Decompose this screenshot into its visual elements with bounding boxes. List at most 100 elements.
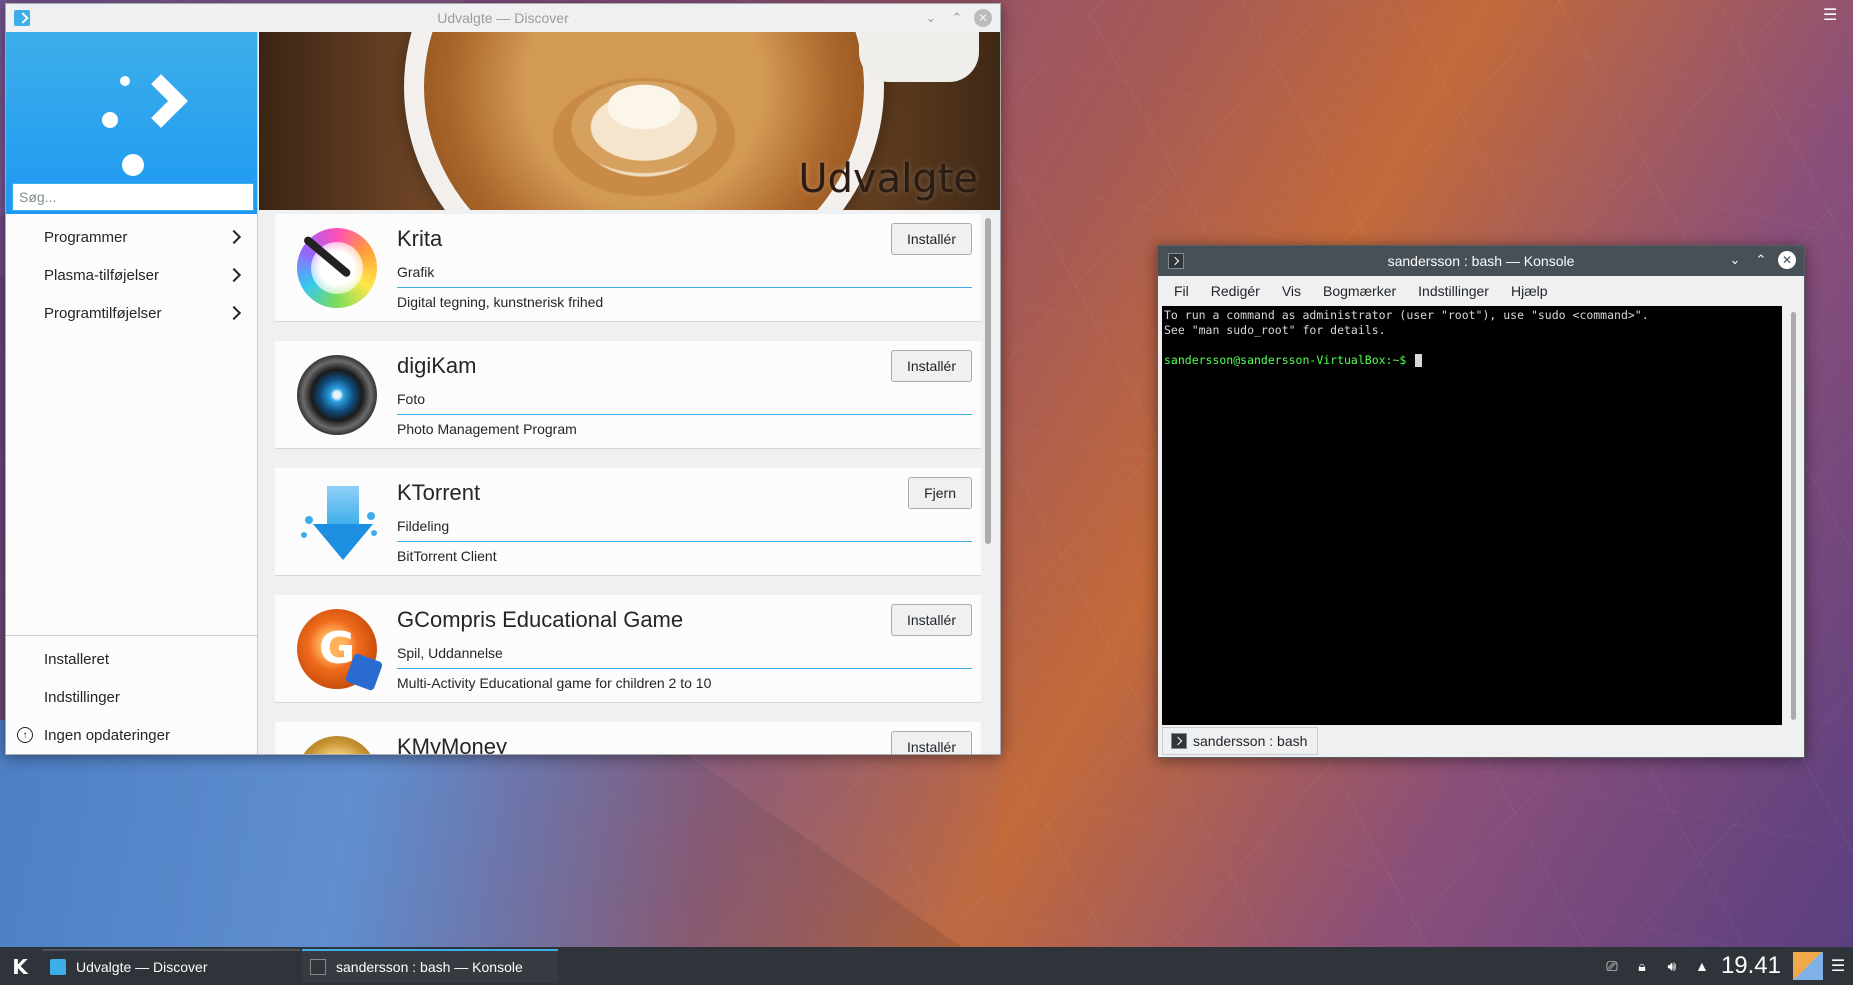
terminal-prompt-line: sandersson@sandersson-VirtualBox:~$ — [1164, 353, 1780, 368]
install-button[interactable]: Installér — [890, 731, 972, 754]
sidebar-item-label: Indstillinger — [44, 688, 120, 706]
lock-icon[interactable]: 🔒︎ — [1633, 957, 1651, 975]
konsole-window-controls: ⌄ ⌃ ✕ — [1726, 251, 1796, 269]
discover-window: Udvalgte — Discover ⌄ ⌃ ✕ Programmer — [5, 3, 1001, 755]
konsole-tab[interactable]: sandersson : bash — [1162, 727, 1319, 755]
install-button[interactable]: Installér — [890, 350, 972, 382]
clock[interactable]: 19.41 — [1721, 952, 1781, 980]
minimize-icon[interactable]: ⌄ — [1726, 251, 1744, 269]
list-item[interactable]: KMyMoney Installér — [275, 722, 981, 754]
kde-launcher-icon[interactable]: K — [8, 955, 32, 979]
minimize-icon[interactable]: ⌄ — [922, 9, 940, 27]
discover-logo-icon — [94, 68, 204, 178]
cup-handle — [859, 32, 979, 82]
list-item[interactable]: KTorrent Fildeling BitTorrent Client Fje… — [275, 468, 981, 576]
terminal-output[interactable]: To run a command as administrator (user … — [1162, 306, 1782, 725]
sidebar-nav: Programmer Plasma-tilføjelser Programtil… — [6, 214, 257, 332]
close-icon[interactable]: ✕ — [974, 9, 992, 27]
app-name: GCompris Educational Game — [397, 607, 684, 632]
list-item[interactable]: G GCompris Educational Game Spil, Uddann… — [275, 595, 981, 703]
maximize-icon[interactable]: ⌃ — [1752, 251, 1770, 269]
app-list: Krita Grafik Digital tegning, kunstneris… — [275, 214, 981, 754]
discover-task-icon — [50, 959, 66, 975]
menu-file[interactable]: Fil — [1163, 283, 1200, 299]
konsole-window-title: sandersson : bash — Konsole — [1387, 253, 1575, 269]
task-discover[interactable]: Udvalgte — Discover — [42, 949, 300, 983]
konsole-titlebar[interactable]: sandersson : bash — Konsole ⌄ ⌃ ✕ — [1158, 246, 1804, 276]
system-tray: ⎚ 🔒︎ 🔊︎ ▲ 19.41 ☰ — [1597, 947, 1853, 985]
sidebar-header — [6, 32, 257, 214]
divider — [397, 287, 972, 288]
list-item[interactable]: digiKam Foto Photo Management Program In… — [275, 341, 981, 449]
sidebar-item-label: Installeret — [44, 650, 110, 668]
konsole-window: sandersson : bash — Konsole ⌄ ⌃ ✕ Fil Re… — [1157, 245, 1805, 758]
sidebar-item-updates[interactable]: ↑ Ingen opdateringer — [6, 716, 257, 754]
terminal-icon[interactable] — [1168, 253, 1184, 269]
discover-titlebar[interactable]: Udvalgte — Discover ⌄ ⌃ ✕ — [6, 4, 1000, 32]
install-button[interactable]: Installér — [890, 604, 972, 636]
konsole-menubar: Fil Redigér Vis Bogmærker Indstillinger … — [1158, 276, 1804, 306]
konsole-tab-label: sandersson : bash — [1193, 733, 1308, 749]
maximize-icon[interactable]: ⌃ — [948, 9, 966, 27]
krita-icon — [297, 228, 377, 308]
task-label: Udvalgte — Discover — [76, 959, 208, 975]
chevron-right-icon — [226, 305, 242, 321]
sidebar-item-label: Programmer — [44, 228, 128, 246]
close-icon[interactable]: ✕ — [1778, 251, 1796, 269]
chevron-right-icon — [226, 229, 242, 245]
gcompris-icon: G — [297, 609, 384, 692]
terminal-line: To run a command as administrator (user … — [1164, 308, 1649, 322]
volume-icon[interactable]: 🔊︎ — [1663, 957, 1681, 975]
app-name: KMyMoney — [397, 734, 508, 754]
discover-content: Programmer Plasma-tilføjelser Programtil… — [6, 32, 1000, 754]
sidebar-item-label: Programtilføjelser — [44, 304, 162, 322]
divider — [397, 414, 972, 415]
sidebar-item-app-addons[interactable]: Programtilføjelser — [6, 294, 257, 332]
sidebar-item-programmer[interactable]: Programmer — [6, 218, 257, 256]
desktop-hamburger-icon[interactable]: ☰ — [1823, 8, 1839, 24]
desktop-pager-icon[interactable] — [1793, 952, 1823, 980]
terminal-scrollbar[interactable] — [1791, 312, 1796, 720]
app-category: Foto — [397, 391, 426, 407]
sidebar-item-label: Plasma-tilføjelser — [44, 266, 160, 284]
remove-button[interactable]: Fjern — [908, 477, 972, 509]
terminal-icon — [1171, 733, 1187, 749]
sidebar-bottom-nav: Installeret Indstillinger ↑ Ingen opdate… — [6, 635, 257, 754]
menu-help[interactable]: Hjælp — [1500, 283, 1559, 299]
menu-view[interactable]: Vis — [1271, 283, 1312, 299]
panel-menu-icon[interactable]: ☰ — [1829, 956, 1847, 976]
divider — [397, 541, 972, 542]
discover-app-icon[interactable] — [14, 10, 30, 26]
featured-banner: Udvalgte — [259, 32, 1000, 210]
menu-edit[interactable]: Redigér — [1200, 283, 1271, 299]
terminal-prompt: sandersson@sandersson-VirtualBox:~$ — [1164, 353, 1414, 367]
app-description: Multi-Activity Educational game for chil… — [397, 675, 712, 691]
sidebar-item-installed[interactable]: Installeret — [6, 640, 257, 678]
task-konsole[interactable]: sandersson : bash — Konsole — [302, 949, 558, 983]
app-description: Digital tegning, kunstnerisk frihed — [397, 294, 604, 310]
app-description: Photo Management Program — [397, 421, 577, 437]
search-input[interactable] — [12, 183, 254, 211]
discover-main: Udvalgte Krita Grafik Digital tegning, k… — [259, 32, 1000, 754]
install-button[interactable]: Installér — [890, 223, 972, 255]
discover-window-title: Udvalgte — Discover — [437, 10, 569, 26]
list-item[interactable]: Krita Grafik Digital tegning, kunstneris… — [275, 214, 981, 322]
sidebar-item-plasma-addons[interactable]: Plasma-tilføjelser — [6, 256, 257, 294]
app-name: KTorrent — [397, 480, 481, 505]
discover-sidebar: Programmer Plasma-tilføjelser Programtil… — [6, 32, 258, 754]
app-category: Spil, Uddannelse — [397, 645, 503, 661]
chevron-right-icon — [226, 267, 242, 283]
app-list-scrollbar[interactable] — [985, 218, 991, 544]
sidebar-item-settings[interactable]: Indstillinger — [6, 678, 257, 716]
app-category: Grafik — [397, 264, 435, 280]
digikam-icon — [297, 355, 377, 435]
menu-settings[interactable]: Indstillinger — [1407, 283, 1500, 299]
tray-expand-icon[interactable]: ▲ — [1693, 957, 1711, 975]
banner-title: Udvalgte — [798, 156, 978, 202]
menu-bookmarks[interactable]: Bogmærker — [1312, 283, 1407, 299]
terminal-line: See "man sudo_root" for details. — [1164, 323, 1386, 337]
terminal-cursor — [1415, 354, 1423, 367]
network-icon[interactable]: ⎚ — [1603, 957, 1621, 975]
divider — [397, 668, 972, 669]
